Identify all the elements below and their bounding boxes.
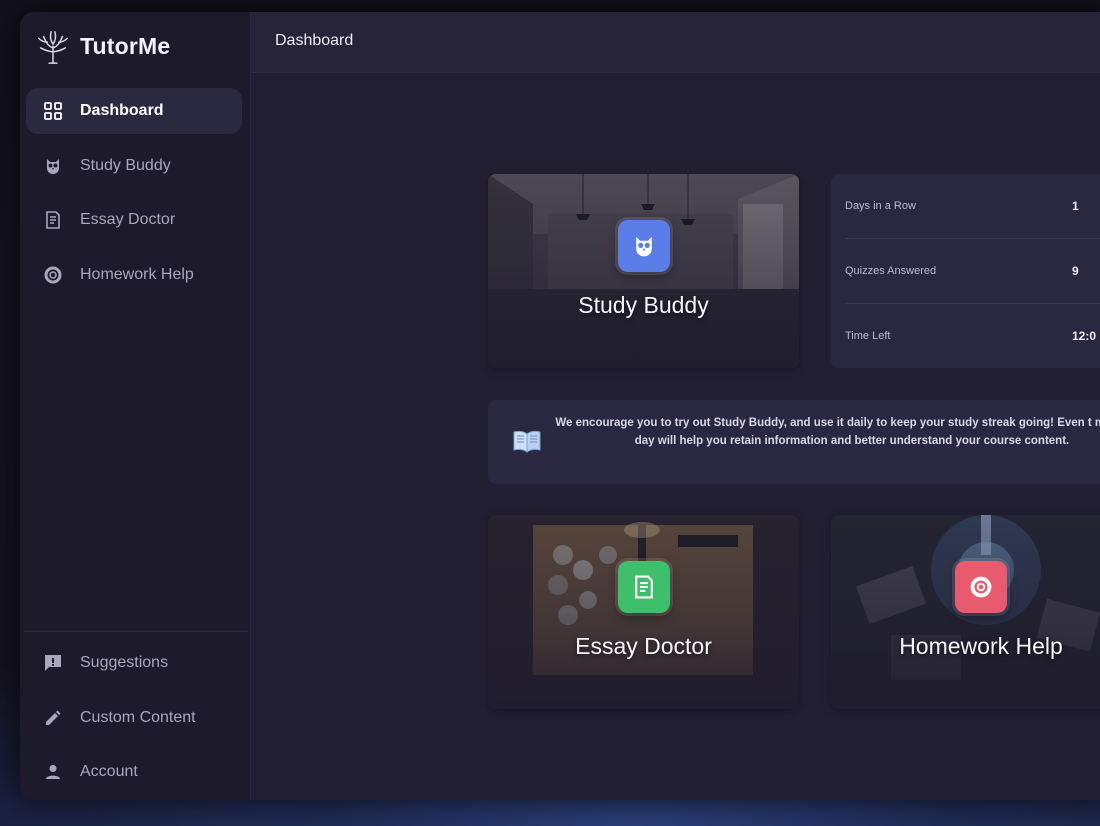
owl-icon: [42, 155, 64, 177]
stat-time-left: Time Left 12:0: [845, 304, 1100, 368]
stat-value: 9: [1072, 264, 1079, 278]
sidebar-item-label: Study Buddy: [80, 156, 171, 174]
stat-label: Days in a Row: [845, 200, 916, 212]
owl-icon: [617, 220, 670, 272]
study-buddy-tile[interactable]: Study Buddy: [488, 174, 799, 368]
tile-label: Study Buddy: [578, 292, 709, 318]
lifebuoy-icon: [42, 264, 64, 286]
app-name: TutorMe: [80, 32, 171, 59]
sidebar-item-label: Suggestions: [80, 654, 169, 671]
sidebar-item-dashboard[interactable]: Dashboard: [26, 88, 242, 134]
sidebar-item-homework-help[interactable]: Homework Help: [26, 252, 242, 298]
sidebar-item-label: Dashboard: [80, 102, 164, 119]
sidebar-nav: Dashboard Study Buddy Essay Doctor Homew…: [26, 88, 242, 306]
feedback-icon: [42, 652, 64, 674]
stat-label: Quizzes Answered: [845, 265, 937, 277]
document-icon: [42, 209, 64, 231]
tile-label: Essay Doctor: [575, 633, 712, 659]
lifebuoy-icon: [955, 561, 1007, 613]
grid-icon: [42, 100, 64, 122]
brand[interactable]: TutorMe: [34, 26, 170, 66]
sidebar-item-account[interactable]: Account: [26, 749, 242, 795]
sidebar: TutorMe Dashboard Study Buddy Essay Doct…: [20, 12, 251, 800]
app-window: TutorMe Dashboard Study Buddy Essay Doct…: [20, 12, 1100, 800]
sidebar-item-essay-doctor[interactable]: Essay Doctor: [26, 197, 242, 243]
sidebar-item-custom-content[interactable]: Custom Content: [26, 695, 242, 741]
study-tip-text: We encourage you to try out Study Buddy,…: [555, 417, 1100, 447]
open-book-icon: [513, 430, 541, 453]
sidebar-item-label: Essay Doctor: [80, 211, 176, 228]
study-tip-banner: We encourage you to try out Study Buddy,…: [488, 400, 1100, 484]
document-icon: [617, 561, 670, 613]
sidebar-item-label: Account: [80, 763, 138, 780]
tile-label: Homework Help: [899, 633, 1063, 659]
sidebar-item-label: Homework Help: [80, 265, 194, 283]
main-content: Dashboard Study Buddy Days in a Row 1 Qu…: [251, 12, 1100, 800]
pencil-icon: [42, 707, 64, 729]
stat-value: 1: [1072, 199, 1079, 213]
stat-days-in-row: Days in a Row 1: [845, 174, 1100, 238]
sidebar-item-label: Custom Content: [80, 708, 196, 726]
stats-card: Days in a Row 1 Quizzes Answered 9 Time …: [831, 174, 1100, 368]
stat-label: Time Left: [845, 330, 891, 342]
sidebar-item-study-buddy[interactable]: Study Buddy: [26, 143, 242, 189]
page-title: Dashboard: [275, 32, 354, 49]
topbar: Dashboard: [251, 12, 1100, 73]
sidebar-divider: [24, 631, 248, 632]
stat-quizzes-answered: Quizzes Answered 9: [845, 239, 1100, 303]
sidebar-bottom-nav: Suggestions Custom Content Account: [26, 640, 242, 800]
stat-value: 12:0: [1072, 329, 1097, 343]
essay-doctor-tile[interactable]: Essay Doctor: [488, 515, 799, 709]
sidebar-item-suggestions[interactable]: Suggestions: [26, 640, 242, 686]
user-icon: [42, 761, 64, 783]
tree-logo-icon: [37, 30, 69, 64]
homework-help-tile[interactable]: Homework Help: [831, 515, 1100, 709]
